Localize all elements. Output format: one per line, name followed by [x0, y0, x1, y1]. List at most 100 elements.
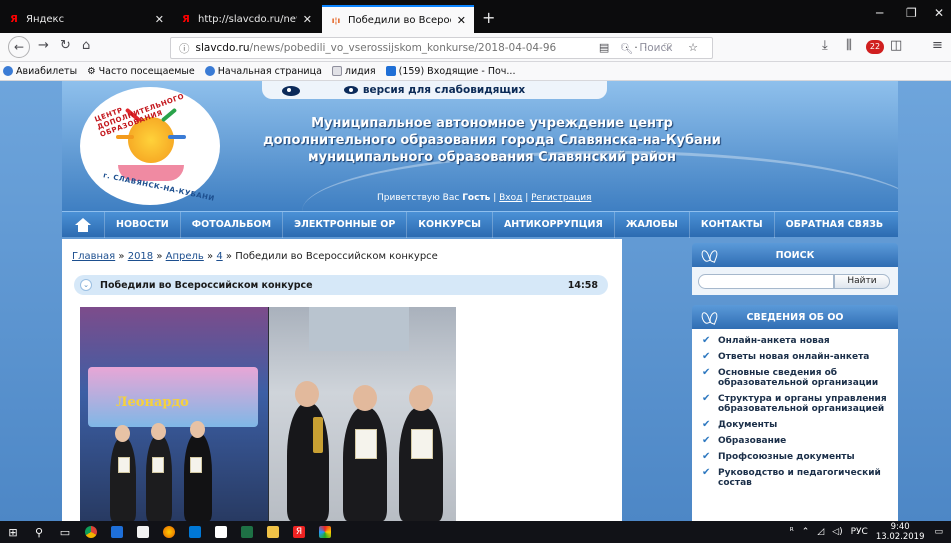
search-button[interactable]: Найти	[834, 273, 890, 289]
store-icon-shape	[137, 526, 149, 538]
breadcrumb-day[interactable]: 4	[216, 251, 222, 262]
post-header: ⌄ Победили во Всероссийском конкурсе 14:…	[74, 275, 608, 295]
clock-date: 13.02.2019	[875, 532, 925, 542]
tab-title: Победили во Всероссийском	[348, 14, 451, 26]
yandex-browser-icon[interactable]: Я	[286, 521, 312, 543]
diploma	[118, 457, 130, 473]
person	[184, 433, 212, 521]
search-icon: 🔍︎	[620, 42, 634, 55]
menu-item-contacts[interactable]: КОНТАКТЫ	[688, 211, 774, 238]
volume-icon[interactable]: ◁)	[832, 527, 842, 537]
tab-yandex[interactable]: Я Яндекс ✕	[0, 5, 172, 33]
menu-item-electronic-resources[interactable]: ЭЛЕКТРОННЫЕ ОР	[282, 211, 406, 238]
menu-item-contests[interactable]: КОНКУРСЫ	[406, 211, 492, 238]
chevron-up-icon[interactable]: ⌃	[802, 527, 810, 537]
minimize-icon[interactable]: ─	[876, 6, 883, 20]
check-icon: ✔	[702, 419, 711, 430]
tab-slavcdo-link[interactable]: Я http://slavcdo.ru/news/pobed ✕	[172, 5, 320, 33]
home-icon	[75, 217, 91, 232]
breadcrumb-home[interactable]: Главная	[72, 251, 115, 262]
close-icon[interactable]: ✕	[457, 14, 466, 27]
diploma	[152, 457, 164, 473]
reload-icon[interactable]: ↻	[60, 38, 71, 53]
app-icon[interactable]	[104, 521, 130, 543]
tab-title: Яндекс	[26, 13, 65, 25]
bookmark-frequent[interactable]: ⚙ Часто посещаемые	[87, 66, 195, 77]
chrome-icon-shape	[85, 526, 97, 538]
windows-start-icon[interactable]: ⊞	[0, 521, 26, 543]
breadcrumb-year[interactable]: 2018	[128, 251, 153, 262]
close-icon[interactable]: ✕	[155, 13, 164, 26]
url-host: slavcdo.ru	[195, 42, 250, 54]
clock[interactable]: 9:40 13.02.2019	[876, 522, 925, 542]
store-icon[interactable]	[130, 521, 156, 543]
vision-link-label: версия для слабовидящих	[362, 84, 526, 96]
info-item[interactable]: ✔ Онлайн-анкета новая	[692, 333, 898, 349]
forward-icon[interactable]: →	[38, 38, 49, 53]
yandex-icon: Я	[182, 13, 190, 25]
close-icon[interactable]: ✕	[303, 13, 312, 26]
tab-title: http://slavcdo.ru/news/pobed	[198, 13, 297, 25]
app-icon-shape	[111, 526, 123, 538]
back-icon[interactable]: ←	[8, 36, 30, 58]
download-icon[interactable]: ⤓	[822, 38, 828, 53]
mail-icon-shape	[215, 526, 227, 538]
notifications-icon[interactable]: ▭	[934, 527, 943, 537]
language-indicator[interactable]: РУС	[851, 527, 868, 537]
firefox-icon[interactable]	[156, 521, 182, 543]
register-link[interactable]: Регистрация	[531, 193, 591, 203]
media-icon[interactable]	[182, 521, 208, 543]
menu-item-news[interactable]: НОВОСТИ	[104, 211, 180, 238]
info-item-label: Образование	[718, 436, 787, 446]
extension-badge[interactable]: 22	[866, 40, 884, 54]
network-icon[interactable]: ◿	[817, 527, 824, 537]
tab-current[interactable]: ı¦ı Победили во Всероссийском ✕	[322, 5, 474, 33]
login-link[interactable]: Вход	[499, 193, 522, 203]
bookmark-start-page[interactable]: Начальная страница	[204, 66, 322, 77]
bookmark-folder-lidiya[interactable]: лидия	[331, 66, 376, 77]
post-time: 14:58	[567, 279, 598, 291]
breadcrumb: Главная » 2018 » Апрель » 4 » Победили в…	[72, 251, 438, 262]
info-item[interactable]: ✔ Руководство и педагогический состав	[692, 465, 898, 491]
info-item[interactable]: ✔ Образование	[692, 433, 898, 449]
people-icon[interactable]: ᴿ	[790, 527, 794, 537]
menu-icon[interactable]: ≡	[932, 38, 943, 53]
home-icon[interactable]: ⌂	[82, 38, 90, 53]
search-icon[interactable]: ⚲	[26, 521, 52, 543]
paint-icon[interactable]	[312, 521, 338, 543]
check-icon: ✔	[702, 393, 711, 404]
task-view-icon[interactable]: ▭	[52, 521, 78, 543]
info-item[interactable]: ✔ Структура и органы управления образоват…	[692, 391, 898, 417]
info-item[interactable]: ✔ Основные сведения об образовательной ор…	[692, 365, 898, 391]
bookmarks-bar: Авиабилеты ⚙ Часто посещаемые Начальная …	[0, 62, 951, 81]
info-icon[interactable]: ⓘ	[179, 41, 190, 56]
post-photo[interactable]: Леонардо	[80, 307, 456, 521]
chrome-icon[interactable]	[78, 521, 104, 543]
menu-home[interactable]	[62, 217, 104, 232]
org-title-line: дополнительного образования города Славя…	[263, 133, 721, 148]
breadcrumb-month[interactable]: Апрель	[166, 251, 204, 262]
excel-icon[interactable]	[234, 521, 260, 543]
menu-item-photoalbum[interactable]: ФОТОАЛЬБОМ	[179, 211, 282, 238]
search-field[interactable]: 🔍︎ Поиск	[620, 37, 673, 59]
folder-icon[interactable]	[260, 521, 286, 543]
vision-link[interactable]: версия для слабовидящих	[262, 81, 607, 99]
sidebar-icon[interactable]: ◫	[890, 38, 902, 53]
info-item[interactable]: ✔ Документы	[692, 417, 898, 433]
menu-item-anticorruption[interactable]: АНТИКОРРУПЦИЯ	[491, 211, 614, 238]
mail-icon[interactable]	[208, 521, 234, 543]
restore-icon[interactable]: ❐	[906, 6, 917, 20]
library-icon[interactable]: ⫼	[846, 38, 852, 53]
site-search-input[interactable]	[698, 273, 834, 289]
breadcrumb-sep: »	[207, 251, 214, 262]
new-tab-button[interactable]: +	[482, 8, 495, 27]
chevron-down-icon[interactable]: ⌄	[80, 279, 92, 291]
menu-item-feedback[interactable]: ОБРАТНАЯ СВЯЗЬ	[773, 211, 895, 238]
close-window-icon[interactable]: ✕	[934, 6, 944, 20]
info-item[interactable]: ✔ Ответы новая онлайн-анкета	[692, 349, 898, 365]
site-logo[interactable]: ЦЕНТР ДОПОЛНИТЕЛЬНОГО ОБРАЗОВАНИЯ г. СЛА…	[80, 87, 220, 205]
menu-item-complaints[interactable]: ЖАЛОБЫ	[613, 211, 689, 238]
info-item[interactable]: ✔ Профсоюзные документы	[692, 449, 898, 465]
bookmark-aviabilety[interactable]: Авиабилеты	[3, 66, 77, 77]
bookmark-mail[interactable]: (159) Входящие - Поч...	[385, 66, 515, 77]
